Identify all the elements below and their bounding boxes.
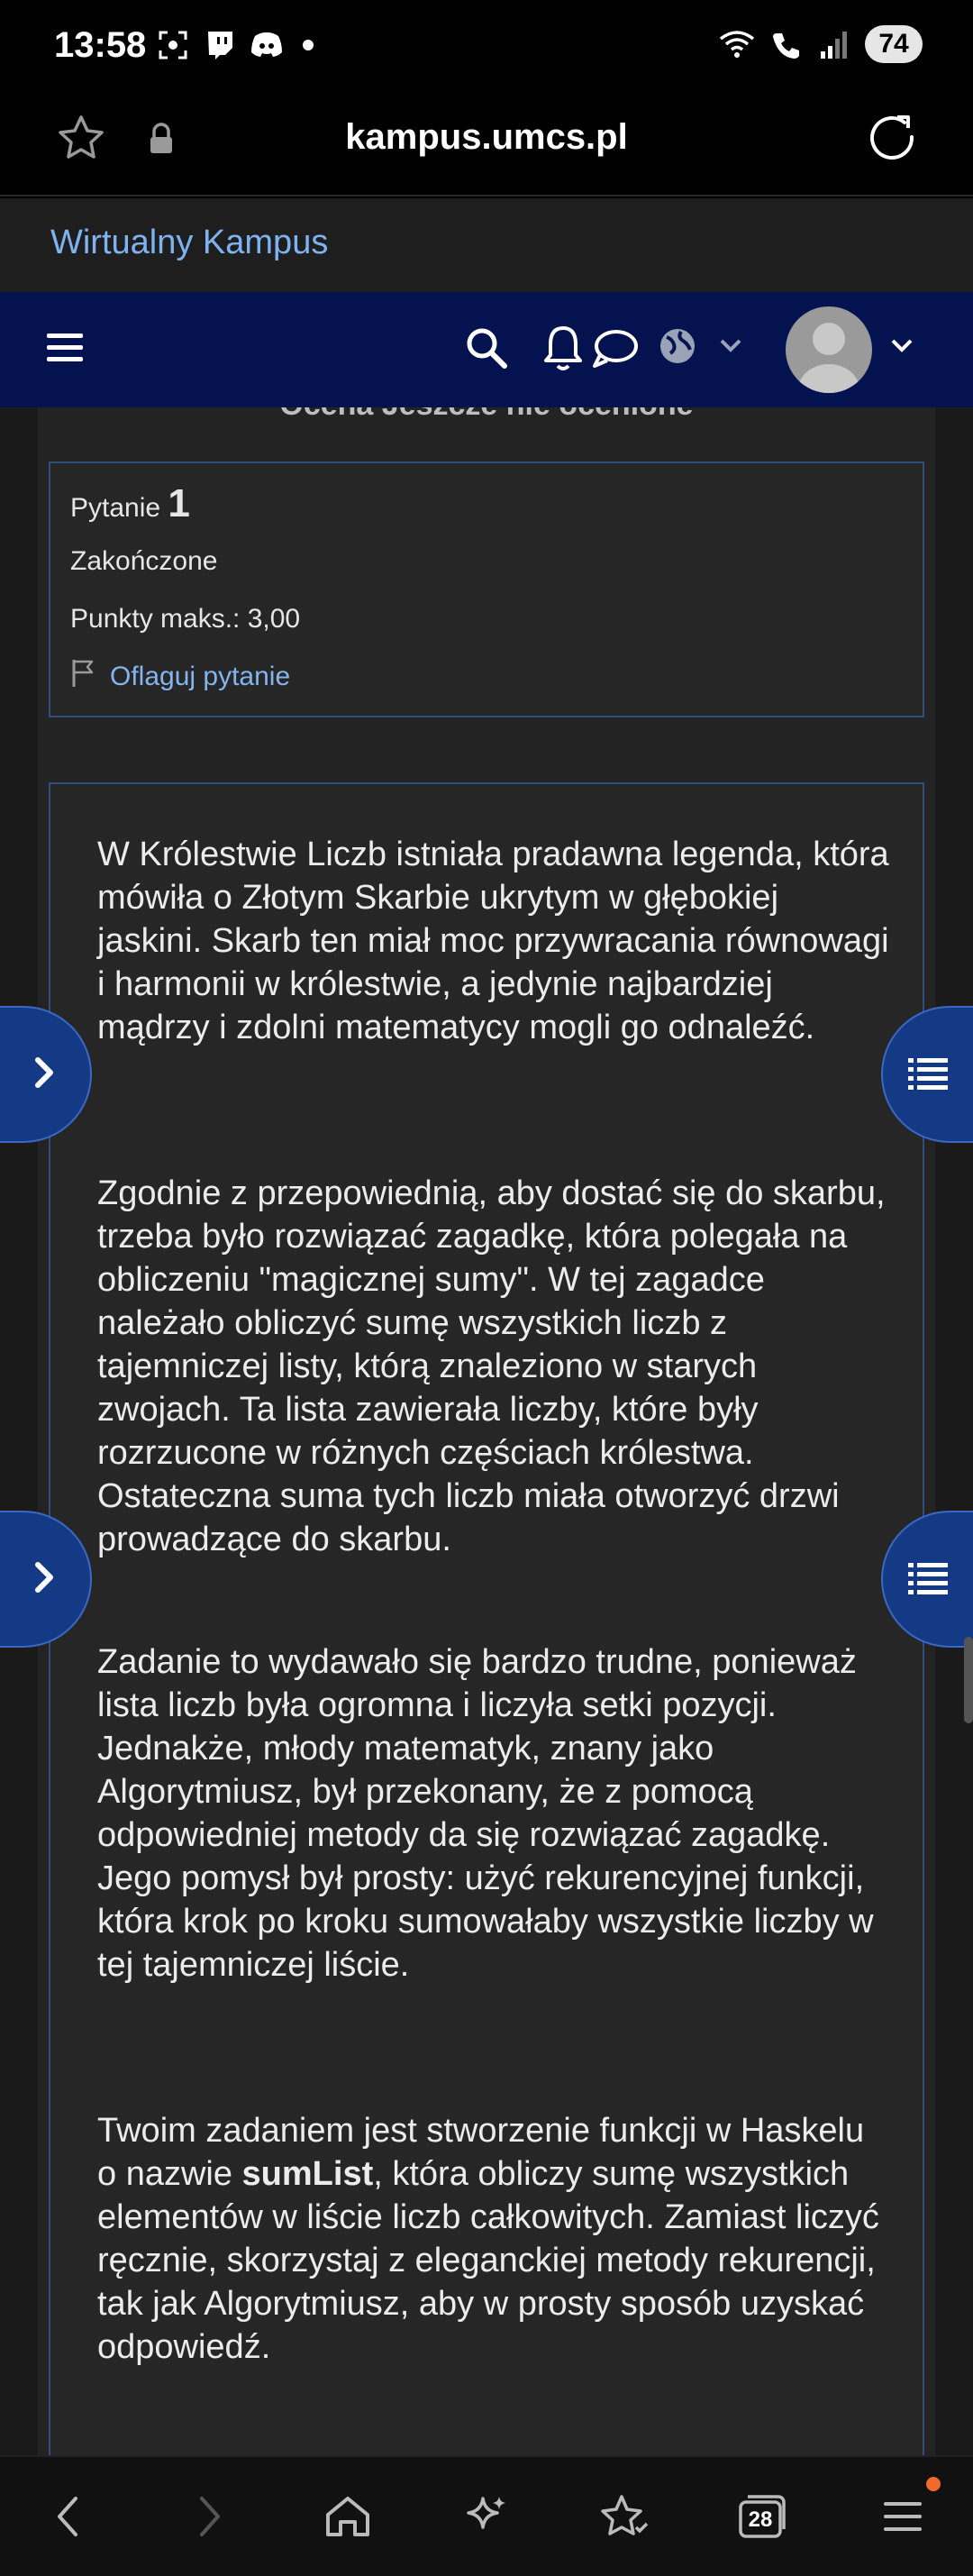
browser-bottom-nav: 28	[0, 2455, 973, 2576]
home-icon[interactable]	[319, 2488, 377, 2545]
tabs-icon[interactable]: 28	[733, 2488, 791, 2545]
more-notifications-dot-icon	[303, 40, 314, 50]
question-max-points: Punkty maks.: 3,00	[70, 604, 301, 634]
list-icon	[906, 1055, 950, 1095]
status-notification-icons	[155, 27, 314, 63]
question-paragraph-4: Twoim zadaniem jest stworzenie funkcji w…	[97, 2112, 879, 2366]
question-number-value: 1	[168, 481, 190, 525]
user-menu-chevron-down-icon[interactable]	[888, 335, 915, 361]
messages-chat-icon[interactable]	[589, 328, 640, 378]
wifi-icon	[719, 26, 755, 62]
menu-notification-dot	[926, 2477, 941, 2491]
flag-icon	[70, 658, 97, 696]
battery-level: 74	[865, 25, 923, 63]
twitch-icon	[202, 27, 238, 63]
ai-sparkle-icon[interactable]	[458, 2488, 515, 2545]
search-icon[interactable]	[463, 324, 510, 376]
browser-toolbar: kampus.umcs.pl	[0, 90, 973, 196]
back-chevron-icon[interactable]	[40, 2488, 97, 2545]
discord-icon	[249, 27, 285, 63]
chevron-right-icon	[27, 1557, 63, 1602]
top-navbar	[0, 292, 973, 407]
question-paragraph-1: W Królestwie Liczb istniała pradawna leg…	[97, 836, 889, 1046]
language-chevron-down-icon[interactable]	[717, 335, 744, 361]
menu-icon[interactable]	[874, 2488, 932, 2545]
question-paragraph-2: Zgodnie z przepowiednią, aby dostać się …	[97, 1174, 886, 1558]
screenshot-icon	[155, 27, 191, 63]
signal-icon	[816, 26, 852, 62]
page-scrollbar[interactable]	[964, 1637, 973, 1723]
wifi-calling-icon	[768, 26, 804, 62]
reload-icon[interactable]	[865, 110, 919, 169]
question-info-box: Pytanie 1 Zakończone Punkty maks.: 3,00 …	[49, 461, 924, 717]
status-time: 13:58	[54, 25, 147, 65]
function-name: sumList	[241, 2155, 374, 2193]
status-bar: 13:58 74	[0, 0, 973, 90]
flag-question-label: Oflaguj pytanie	[110, 662, 291, 691]
tab-count: 28	[748, 2507, 773, 2532]
quiz-page: Ocena Jeszcze nie ocenione Pytanie 1 Zak…	[38, 407, 935, 2455]
question-state: Zakończone	[70, 546, 218, 576]
notifications-bell-icon[interactable]	[541, 323, 586, 378]
grade-summary-cutoff: Ocena Jeszcze nie ocenione	[38, 407, 935, 423]
question-number: Pytanie 1	[70, 481, 190, 526]
status-system-icons: 74	[719, 25, 923, 63]
site-brand-link[interactable]: Wirtualny Kampus	[50, 224, 328, 262]
question-paragraph-3: Zadanie to wydawało się bardzo trudne, p…	[97, 1643, 874, 1984]
forward-chevron-icon[interactable]	[180, 2488, 238, 2545]
site-header: Wirtualny Kampus	[0, 198, 973, 292]
url-bar[interactable]: kampus.umcs.pl	[0, 117, 973, 158]
question-text-box: W Królestwie Liczb istniała pradawna leg…	[49, 782, 924, 2455]
list-icon	[906, 1559, 950, 1600]
chevron-right-icon	[27, 1053, 63, 1097]
user-avatar[interactable]	[786, 306, 872, 393]
hamburger-menu-icon[interactable]	[45, 328, 85, 372]
page-content: Ocena Jeszcze nie ocenione Pytanie 1 Zak…	[0, 407, 973, 2455]
bookmarks-star-icon[interactable]	[595, 2488, 652, 2545]
flag-question-link[interactable]: Oflaguj pytanie	[70, 658, 290, 696]
question-label: Pytanie	[70, 493, 161, 523]
language-globe-icon[interactable]	[658, 326, 697, 370]
